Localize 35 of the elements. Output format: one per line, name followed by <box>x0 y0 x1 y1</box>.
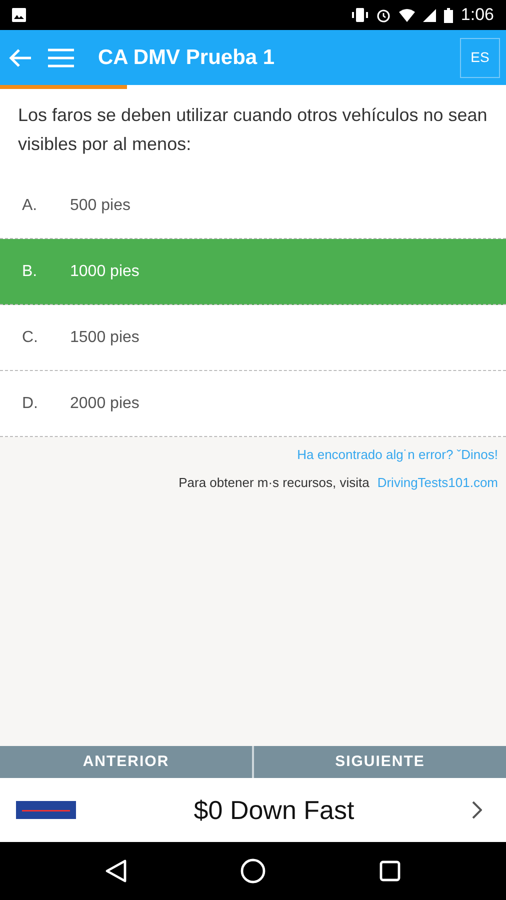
option-letter: C. <box>22 328 39 348</box>
vibrate-icon <box>352 8 368 22</box>
back-icon[interactable] <box>104 859 127 883</box>
recents-icon[interactable] <box>379 860 402 882</box>
ad-logo <box>16 801 76 819</box>
option-text: 1500 pies <box>70 328 140 348</box>
answer-option[interactable]: A. 500 pies <box>0 173 506 239</box>
signal-icon <box>422 8 436 22</box>
alarm-icon <box>376 8 391 22</box>
battery-icon <box>444 8 453 22</box>
wifi-icon <box>398 8 415 22</box>
app-title: CA DMV Prueba 1 <box>98 44 275 71</box>
option-letter: A. <box>22 196 38 216</box>
chevron-right-icon[interactable] <box>472 801 482 819</box>
answer-option[interactable]: D. 2000 pies <box>0 371 506 437</box>
back-arrow-icon[interactable] <box>8 48 32 68</box>
website-link[interactable]: DrivingTests101.com <box>377 472 498 492</box>
option-letter: B. <box>22 262 38 282</box>
report-error-link[interactable]: Ha encontrado alg˙n error? ˇDinos! <box>297 445 498 464</box>
clock-time: 1:06 <box>460 4 494 26</box>
ad-banner[interactable]: $0 Down Fast <box>0 778 506 842</box>
home-icon[interactable] <box>240 858 266 884</box>
option-text: 1000 pies <box>70 262 140 282</box>
option-text: 2000 pies <box>70 394 140 414</box>
option-text: 500 pies <box>70 196 130 216</box>
option-letter: D. <box>22 394 39 414</box>
question-text: Los faros se deben utilizar cuando otros vehículos no sean visibles por al menos: <box>0 89 506 173</box>
answer-option[interactable]: C. 1500 pies <box>0 305 506 371</box>
previous-button[interactable]: ANTERIOR <box>0 746 252 778</box>
menu-icon[interactable] <box>48 48 74 68</box>
answer-option[interactable]: B. 1000 pies <box>0 239 506 305</box>
language-button[interactable]: ES <box>460 38 500 78</box>
resources-text: Para obtener m·s recursos, visita <box>178 474 370 492</box>
ad-headline: $0 Down Fast <box>194 794 354 826</box>
image-icon <box>12 8 26 22</box>
